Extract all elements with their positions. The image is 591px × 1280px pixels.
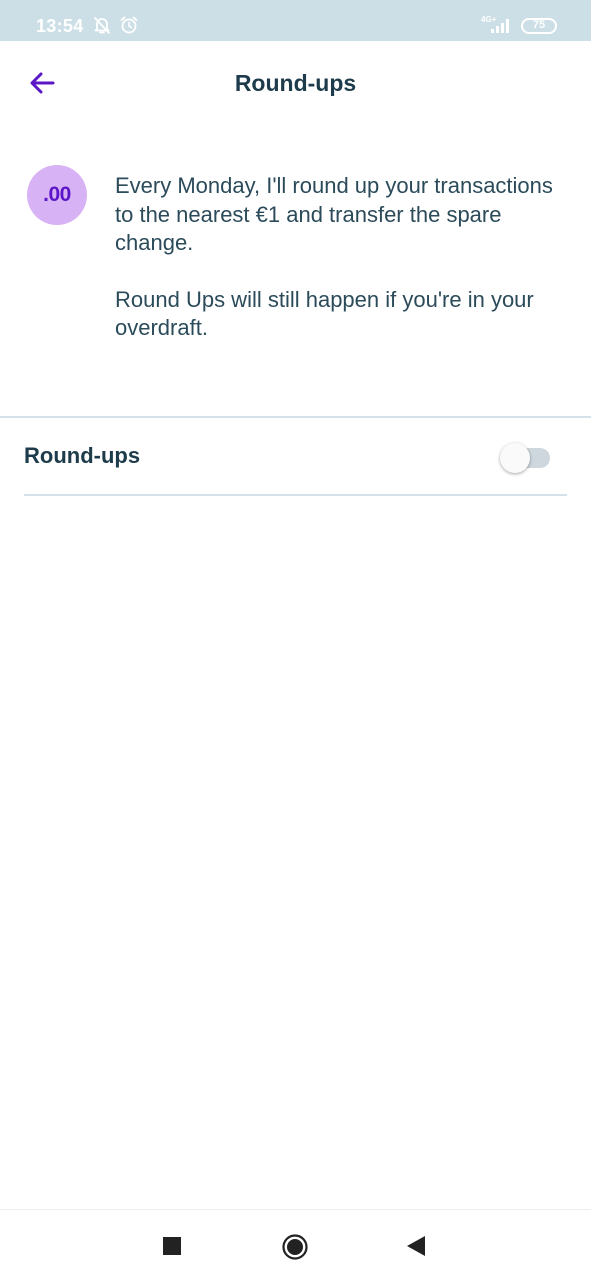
cellular-signal-icon: 4G+ [481,14,515,41]
round-ups-screen: 13:54 4G+ 75 Round-ups .00 Every Monday,… [0,0,591,1280]
alarm-clock-icon [119,15,139,40]
round-ups-info: .00 Every Monday, I'll round up your tra… [0,163,591,363]
round-up-badge-icon: .00 [27,165,87,225]
info-paragraph-overdraft: Round Ups will still happen if you're in… [115,286,534,341]
recents-square-icon[interactable] [163,1237,181,1255]
home-circle-icon[interactable] [282,1234,308,1265]
status-time: 13:54 [36,16,84,36]
info-description: Every Monday, I'll round up your transac… [115,172,565,343]
toggle-thumb [500,443,530,473]
setting-label: Round-ups [24,443,141,468]
header: Round-ups [0,41,591,125]
page-title: Round-ups [234,70,357,96]
info-paragraph-schedule: Every Monday, I'll round up your transac… [115,173,553,255]
round-ups-toggle[interactable] [500,442,552,474]
back-triangle-icon[interactable] [406,1235,426,1262]
bell-muted-icon [92,15,112,40]
battery-level: 75 [532,19,546,31]
network-label: 4G+ [481,15,497,24]
system-nav-bar [0,1209,591,1280]
status-bar: 13:54 4G+ 75 [0,0,591,41]
battery-icon: 75 [521,18,557,34]
round-ups-setting-row: Round-ups [24,418,567,496]
badge-text: .00 [43,183,71,206]
